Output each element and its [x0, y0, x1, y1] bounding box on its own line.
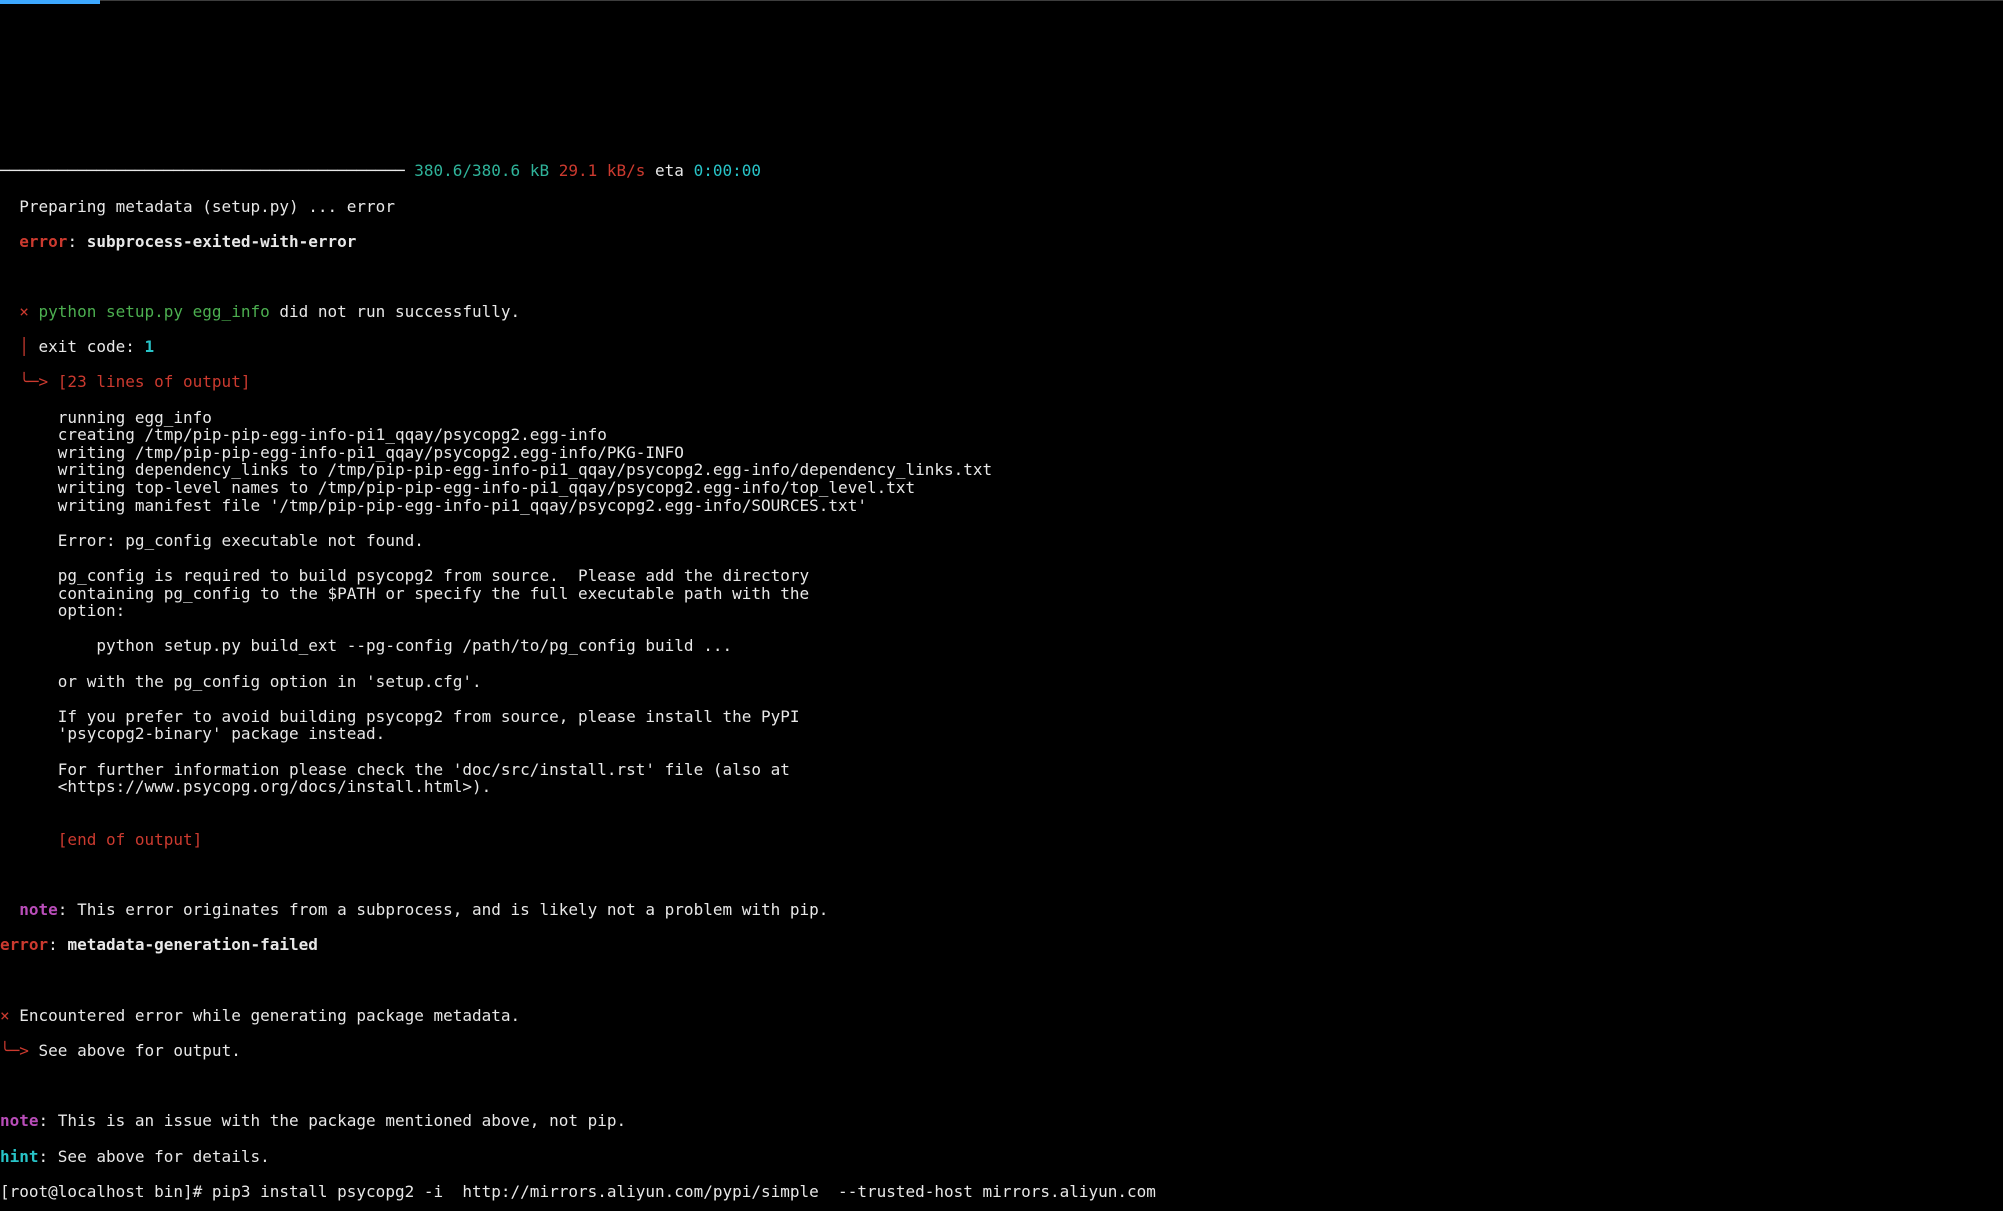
output-line: python setup.py build_ext --pg-config /p… — [0, 637, 2003, 655]
output-line: writing /tmp/pip-pip-egg-info-pi1_qqay/p… — [0, 444, 2003, 462]
output-line: or with the pg_config option in 'setup.c… — [0, 673, 2003, 691]
output-line — [0, 620, 2003, 638]
note-subprocess: note: This error originates from a subpr… — [0, 901, 2003, 919]
note-package-issue: note: This is an issue with the package … — [0, 1112, 2003, 1130]
output-line — [0, 549, 2003, 567]
end-of-output: [end of output] — [0, 831, 2003, 849]
window-top-border — [0, 0, 2003, 5]
output-line: If you prefer to avoid building psycopg2… — [0, 708, 2003, 726]
output-line: pg_config is required to build psycopg2 … — [0, 567, 2003, 585]
terminal-output[interactable]: ────────────────────────────────────────… — [0, 141, 2003, 1211]
output-line — [0, 796, 2003, 814]
output-line: 'psycopg2-binary' package instead. — [0, 725, 2003, 743]
output-line — [0, 655, 2003, 673]
output-line: <https://www.psycopg.org/docs/install.ht… — [0, 778, 2003, 796]
output-line: writing manifest file '/tmp/pip-pip-egg-… — [0, 497, 2003, 515]
output-header: ╰─> [23 lines of output] — [0, 373, 2003, 391]
blank-line — [0, 972, 2003, 990]
output-line — [0, 514, 2003, 532]
output-line — [0, 743, 2003, 761]
exit-code-line: │ exit code: 1 — [0, 338, 2003, 356]
output-line: For further information please check the… — [0, 761, 2003, 779]
encountered-error: × Encountered error while generating pac… — [0, 1007, 2003, 1025]
output-line: creating /tmp/pip-pip-egg-info-pi1_qqay/… — [0, 426, 2003, 444]
output-line: writing top-level names to /tmp/pip-pip-… — [0, 479, 2003, 497]
blank-line — [0, 866, 2003, 884]
output-line: option: — [0, 602, 2003, 620]
window-accent-bar — [0, 0, 100, 4]
output-line: Error: pg_config executable not found. — [0, 532, 2003, 550]
egg-info-output: running egg_info creating /tmp/pip-pip-e… — [0, 409, 2003, 814]
error-metadata-failed: error: metadata-generation-failed — [0, 936, 2003, 954]
x-did-not-run: × python setup.py egg_info did not run s… — [0, 303, 2003, 321]
shell-prompt[interactable]: [root@localhost bin]# pip3 install psyco… — [0, 1183, 2003, 1201]
output-line: running egg_info — [0, 409, 2003, 427]
see-above: ╰─> See above for output. — [0, 1042, 2003, 1060]
error-line: error: subprocess-exited-with-error — [0, 233, 2003, 251]
blank-line — [0, 1077, 2003, 1095]
hint-see-above: hint: See above for details. — [0, 1148, 2003, 1166]
blank-line — [0, 268, 2003, 286]
output-line: writing dependency_links to /tmp/pip-pip… — [0, 461, 2003, 479]
output-line — [0, 690, 2003, 708]
preparing-metadata: Preparing metadata (setup.py) ... error — [0, 198, 2003, 216]
progress-line: ────────────────────────────────────────… — [0, 162, 2003, 180]
output-line: containing pg_config to the $PATH or spe… — [0, 585, 2003, 603]
